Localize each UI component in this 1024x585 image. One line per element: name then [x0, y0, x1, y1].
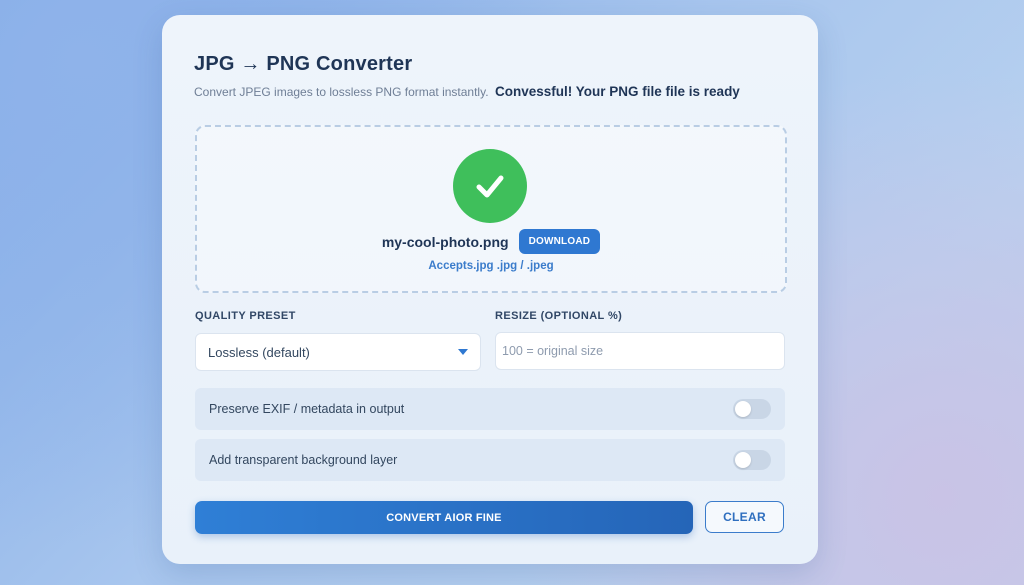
toggle-label: Add transparent background layer — [209, 453, 398, 467]
exif-toggle-switch[interactable] — [733, 399, 771, 419]
upload-dropzone[interactable]: my-cool-photo.png DOWNLOAD Accepts.jpg .… — [195, 125, 787, 293]
toggle-knob — [735, 401, 751, 417]
download-button[interactable]: DOWNLOAD — [518, 229, 601, 254]
subtitle-row: Convert JPEG images to lossless PNG form… — [194, 83, 740, 101]
convert-button[interactable]: CONVERT AIOR FINE — [195, 501, 693, 534]
page-title: JPG → PNG Converter — [194, 53, 413, 75]
resize-input[interactable] — [495, 332, 785, 370]
output-filename: my-cool-photo.png — [381, 233, 509, 250]
success-message: Convessful! Your PNG file file is ready — [495, 84, 740, 99]
page-subtitle: Convert JPEG images to lossless PNG form… — [194, 85, 489, 99]
toggle-row-exif[interactable]: Preserve EXIF / metadata in output — [195, 388, 785, 430]
quality-preset-select[interactable]: Lossless (default) — [195, 333, 481, 371]
toggle-knob — [735, 452, 751, 468]
file-row: my-cool-photo.png DOWNLOAD — [197, 229, 785, 254]
quality-preset-label: QUALITY PRESET — [195, 310, 296, 322]
toggle-row-transparent[interactable]: Add transparent background layer — [195, 439, 785, 481]
quality-preset-value: Lossless (default) — [208, 344, 310, 360]
transparent-toggle-switch[interactable] — [733, 450, 771, 470]
toggle-label: Preserve EXIF / metadata in output — [209, 402, 405, 416]
check-icon — [453, 149, 527, 223]
converter-card: JPG → PNG Converter Convert JPEG images … — [162, 15, 818, 564]
caret-down-icon — [458, 343, 468, 361]
accepted-formats: Accepts.jpg .jpg / .jpeg — [428, 260, 554, 272]
clear-button[interactable]: CLEAR — [705, 501, 784, 533]
resize-label: RESIZE (OPTIONAL %) — [495, 310, 623, 322]
